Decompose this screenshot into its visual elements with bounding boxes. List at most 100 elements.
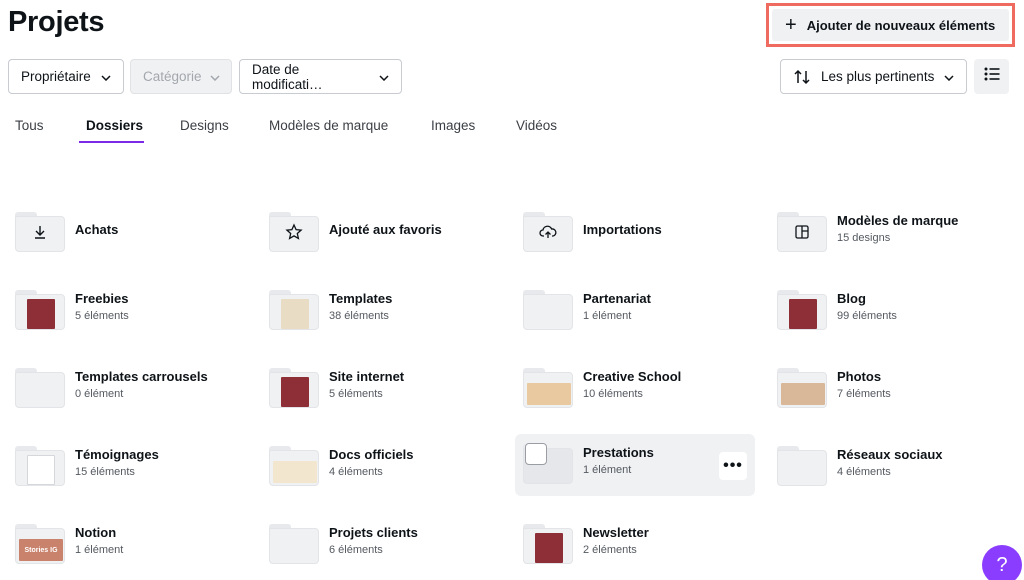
tab-folders[interactable]: Dossiers <box>86 118 143 133</box>
folder-name: Témoignages <box>75 447 159 462</box>
chevron-down-icon <box>93 69 111 84</box>
folder-item-hovered[interactable]: Prestations 1 élément ••• <box>515 434 755 496</box>
folder-preview-image <box>527 383 571 405</box>
folder-preview-image <box>27 455 55 485</box>
folder-item[interactable]: Photos 7 éléments <box>762 358 1002 420</box>
folder-preview-image <box>535 533 563 563</box>
folder-name: Freebies <box>75 291 129 306</box>
sort-dropdown[interactable]: Les plus pertinents <box>780 59 967 94</box>
folder-preview-image <box>27 299 55 329</box>
star-icon <box>285 222 303 246</box>
list-view-icon <box>984 67 1000 86</box>
folder-thumbnail <box>269 368 319 408</box>
folder-item[interactable]: Freebies 5 éléments <box>0 280 240 342</box>
folder-item[interactable]: Docs officiels 4 éléments <box>254 436 494 498</box>
folder-name: Modèles de marque <box>837 213 959 228</box>
folder-name: Templates carrousels <box>75 369 208 384</box>
folder-thumbnail <box>777 446 827 486</box>
folder-thumbnail <box>777 290 827 330</box>
folder-item[interactable]: Témoignages 15 éléments <box>0 436 240 498</box>
select-checkbox[interactable] <box>525 443 547 465</box>
folder-thumbnail <box>777 212 827 252</box>
date-dropdown-label: Date de modificati… <box>252 61 323 92</box>
folder-count: 2 éléments <box>583 544 637 556</box>
category-dropdown[interactable]: Catégorie <box>130 59 232 94</box>
tab-designs[interactable]: Designs <box>180 118 229 133</box>
download-icon <box>32 224 48 245</box>
folder-name: Docs officiels <box>329 447 414 462</box>
folder-item[interactable]: Ajouté aux favoris <box>254 202 494 264</box>
folder-thumbnail <box>269 446 319 486</box>
folder-thumbnail <box>269 290 319 330</box>
folder-item[interactable]: Modèles de marque 15 designs <box>762 202 1002 264</box>
folder-preview-image <box>781 383 825 405</box>
folder-count: 0 élément <box>75 388 124 400</box>
folder-name: Notion <box>75 525 117 540</box>
owner-dropdown-label: Propriétaire <box>21 69 91 84</box>
folder-item[interactable]: Site internet 5 éléments <box>254 358 494 420</box>
folder-name: Prestations <box>583 445 654 460</box>
folder-thumbnail <box>15 212 65 252</box>
tab-videos[interactable]: Vidéos <box>516 118 557 133</box>
folder-name: Ajouté aux favoris <box>329 222 442 237</box>
folder-item[interactable]: Réseaux sociaux 4 éléments <box>762 436 1002 498</box>
folder-thumbnail <box>15 290 65 330</box>
plus-icon: + <box>785 14 797 36</box>
folder-count: 7 éléments <box>837 388 891 400</box>
category-dropdown-label: Catégorie <box>143 69 202 84</box>
folder-count: 15 éléments <box>75 466 135 478</box>
folder-item[interactable]: Blog 99 éléments <box>762 280 1002 342</box>
folder-name: Creative School <box>583 369 682 384</box>
tab-images[interactable]: Images <box>431 118 475 133</box>
folder-name: Site internet <box>329 369 405 384</box>
owner-dropdown[interactable]: Propriétaire <box>8 59 124 94</box>
folder-count: 5 éléments <box>329 388 383 400</box>
folder-preview-image <box>281 299 309 329</box>
folder-item[interactable]: Stories IG Notion 1 élément <box>0 514 240 576</box>
folder-thumbnail <box>269 524 319 564</box>
folder-item[interactable]: Templates carrousels 0 élément <box>0 358 240 420</box>
folder-preview-image: Stories IG <box>19 539 63 561</box>
folder-count: 1 élément <box>75 544 124 556</box>
folder-name: Templates <box>329 291 393 306</box>
more-icon: ••• <box>723 457 743 474</box>
folder-thumbnail <box>15 368 65 408</box>
sort-icon <box>793 69 811 85</box>
tab-all[interactable]: Tous <box>15 118 44 133</box>
folder-name: Projets clients <box>329 525 418 540</box>
folder-thumbnail <box>523 212 573 252</box>
folder-thumbnail <box>523 368 573 408</box>
folder-item[interactable]: Templates 38 éléments <box>254 280 494 342</box>
folder-preview-image <box>281 377 309 407</box>
folder-name: Importations <box>583 222 662 237</box>
sort-dropdown-label: Les plus pertinents <box>821 69 935 84</box>
folder-name: Photos <box>837 369 882 384</box>
folder-item[interactable]: Importations <box>508 202 748 264</box>
folder-name: Partenariat <box>583 291 651 306</box>
add-new-items-button[interactable]: + Ajouter de nouveaux éléments <box>772 9 1009 41</box>
folder-thumbnail <box>269 212 319 252</box>
chevron-down-icon <box>936 69 954 84</box>
folder-item[interactable]: Creative School 10 éléments <box>508 358 748 420</box>
folder-item[interactable]: Achats <box>0 202 240 264</box>
question-mark-icon: ? <box>996 553 1008 576</box>
folder-thumbnail <box>523 524 573 564</box>
folder-thumbnail <box>777 368 827 408</box>
folder-count: 4 éléments <box>329 466 383 478</box>
more-options-button[interactable]: ••• <box>719 452 747 480</box>
folder-thumbnail <box>523 290 573 330</box>
folder-name: Blog <box>837 291 866 306</box>
add-new-items-label: Ajouter de nouveaux éléments <box>806 17 996 33</box>
active-tab-indicator <box>79 141 144 143</box>
folder-preview-image <box>789 299 817 329</box>
page-title: Projets <box>8 6 105 38</box>
folder-item[interactable]: Newsletter 2 éléments <box>508 514 748 576</box>
help-button[interactable]: ? <box>982 545 1022 580</box>
list-view-button[interactable] <box>974 59 1009 94</box>
folder-name: Newsletter <box>583 525 649 540</box>
date-modified-dropdown[interactable]: Date de modificati… <box>239 59 402 94</box>
folder-item[interactable]: Partenariat 1 élément <box>508 280 748 342</box>
tab-brand-templates[interactable]: Modèles de marque <box>269 118 388 133</box>
folder-item[interactable]: Projets clients 6 éléments <box>254 514 494 576</box>
folder-count: 10 éléments <box>583 388 643 400</box>
